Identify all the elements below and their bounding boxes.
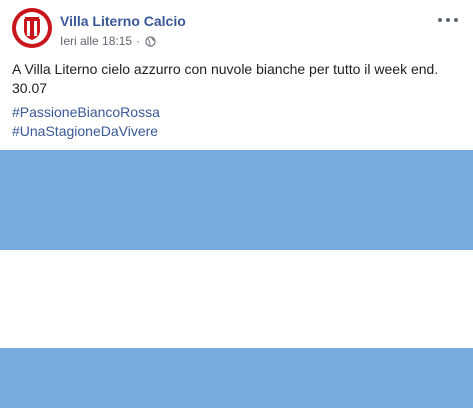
post-photo[interactable] (0, 150, 473, 408)
globe-icon[interactable] (145, 35, 156, 47)
hashtag-link[interactable]: #PassioneBiancoRossa (12, 103, 160, 122)
photo-blue-band-top (0, 150, 473, 250)
club-crest-avatar[interactable] (12, 8, 52, 48)
post-timestamp[interactable]: Ieri alle 18:15 (60, 34, 132, 48)
post-author-name[interactable]: Villa Literno Calcio (60, 13, 186, 29)
post-message-line: 30.07 (12, 80, 48, 96)
photo-white-band (0, 250, 473, 348)
facebook-post: Villa Literno Calcio Ieri alle 18:15 · A… (0, 0, 473, 408)
post-hashtags: #PassioneBiancoRossa #UnaStagioneDaViver… (12, 103, 160, 141)
hashtag-link[interactable]: #UnaStagioneDaVivere (12, 122, 160, 141)
meta-separator: · (136, 34, 141, 48)
post-message-line: A Villa Literno cielo azzurro con nuvole… (12, 61, 439, 77)
post-meta: Ieri alle 18:15 · (60, 34, 156, 48)
more-options-icon[interactable] (438, 14, 458, 26)
post-message: A Villa Literno cielo azzurro con nuvole… (12, 60, 462, 98)
crest-icon (12, 8, 52, 48)
photo-blue-band-bottom (0, 348, 473, 408)
post-header: Villa Literno Calcio Ieri alle 18:15 · (12, 8, 462, 52)
